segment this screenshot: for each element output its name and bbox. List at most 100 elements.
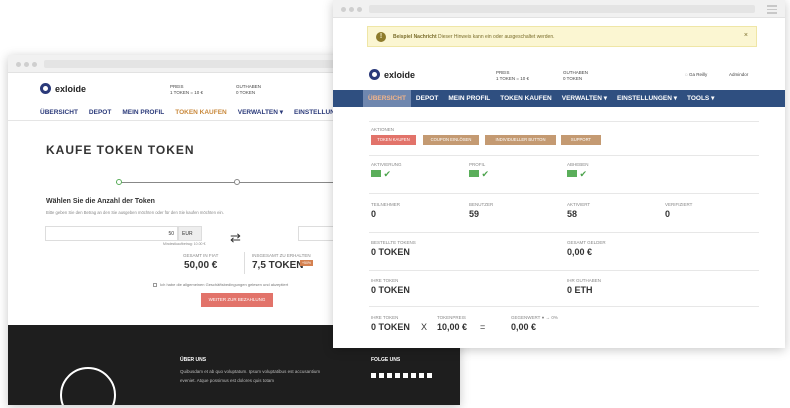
nav-profile[interactable]: MEIN PROFIL — [122, 107, 164, 120]
activation-label: AKTIVIERUNG — [371, 162, 402, 167]
price-info: PREIS 1 TOKEN = 10 € — [170, 84, 203, 96]
alert-text: Dieser Hinweis kann ein oder ausgeschalt… — [436, 34, 555, 40]
balance-info: GUTHABEN 0 TOKEN — [563, 70, 588, 82]
front-browser-window: ! Beispiel Nachricht Dieser Hinweis kann… — [333, 0, 785, 348]
actions-label: AKTIONEN — [371, 127, 395, 132]
custom-button[interactable]: INDIVIDUELLER BUTTON — [485, 135, 556, 145]
terms-checkbox[interactable] — [153, 282, 157, 287]
multiply-sign: X — [421, 322, 428, 332]
alert-icon: ! — [376, 32, 386, 42]
users-value: 59 — [469, 209, 480, 219]
user-icon: ◌ — [685, 72, 688, 77]
step-2 — [234, 179, 240, 185]
terms-checkbox-row[interactable]: Ich habe die allgemeinen Geschäftsbeding… — [153, 282, 288, 287]
github-icon[interactable] — [395, 373, 400, 378]
divider — [369, 306, 759, 307]
divider — [369, 121, 759, 122]
total-funds-label: GESAMT GELDER — [567, 240, 606, 245]
brand-name: exloide — [55, 83, 87, 94]
total-tokens-label: INSGESAMT ZU ERHALTEN — [252, 253, 311, 258]
current-value: 0,00 € — [511, 322, 537, 332]
nav-manage[interactable]: VERWALTEN ▾ — [238, 107, 283, 120]
total-fiat-value: 50,00 € — [184, 260, 218, 271]
min-note: Mindestkaufbetrag: 10.00 € — [163, 242, 206, 246]
nav-tools[interactable]: TOOLS ▾ — [682, 90, 719, 107]
divider — [369, 232, 759, 233]
users-label: BENUTZER — [469, 202, 494, 207]
about-title: ÜBER UNS — [180, 357, 207, 363]
user-menu[interactable]: ◌ Ga Reilly — [685, 72, 707, 78]
balance-info: GUTHABEN 0 TOKEN — [236, 84, 261, 96]
step-1 — [116, 179, 122, 185]
change-percent: 0% — [551, 315, 558, 320]
ordered-tokens-label: BESTELLTE TOKENS — [371, 240, 416, 245]
admin-link[interactable]: Admindor — [729, 72, 748, 78]
support-button[interactable]: SUPPORT — [561, 135, 601, 145]
social-icons — [371, 373, 432, 378]
reddit-icon[interactable] — [427, 373, 432, 378]
terms-text: Ich habe die allgemeinen Geschäftsbeding… — [160, 282, 289, 287]
nav-overview[interactable]: ÜBERSICHT — [363, 90, 411, 107]
divider — [369, 270, 759, 271]
activated-label: AKTIVIERT — [567, 202, 591, 207]
amount-hint: Bitte geben Sie den Betrag an den Sie au… — [46, 210, 224, 215]
arrow-right-icon: → — [545, 315, 551, 320]
window-dots — [16, 62, 37, 67]
swap-icon[interactable]: ⇄ — [230, 230, 241, 246]
telegram-icon[interactable] — [419, 373, 424, 378]
verified-value: 0 — [665, 209, 671, 219]
wallet-icon: ✔ — [567, 169, 587, 180]
nav-buy-token[interactable]: TOKEN KAUFEN — [495, 90, 557, 107]
nav-manage[interactable]: VERWALTEN ▾ — [557, 90, 612, 107]
your-tokens-label: IHRE TOKEN — [371, 278, 399, 283]
mail-icon: ✔ — [371, 169, 391, 180]
address-bar[interactable] — [369, 5, 755, 13]
follow-title: FOLGE UNS — [371, 357, 401, 363]
total-funds-value: 0,00 € — [567, 247, 593, 257]
continue-payment-button[interactable]: WEITER ZUR BEZAHLUNG — [201, 293, 273, 307]
currency-select[interactable]: EUR — [178, 226, 202, 241]
nav-overview[interactable]: ÜBERSICHT — [40, 107, 78, 120]
price-info: PREIS 1 TOKEN = 10 € — [496, 70, 529, 82]
logo-icon — [40, 83, 51, 94]
total-tokens-value: 7,5 TOKEN — [252, 260, 304, 271]
nav-buy-token[interactable]: TOKEN KAUFEN — [175, 107, 227, 120]
price-value: 1 TOKEN = 10 € — [170, 90, 203, 95]
amount-input[interactable]: 50 — [45, 226, 178, 241]
your-balance-value: 0 ETH — [567, 285, 593, 295]
linkedin-icon[interactable] — [387, 373, 392, 378]
facebook-icon[interactable] — [371, 373, 376, 378]
user-name: Ga Reilly — [688, 72, 708, 77]
buy-token-button[interactable]: TOKEN KAUFEN — [371, 135, 416, 145]
your-balance-label: IHR GUTHABEN — [567, 278, 602, 283]
nav-profile[interactable]: MEIN PROFIL — [443, 90, 495, 107]
divider — [369, 155, 759, 156]
browser-chrome — [333, 0, 785, 18]
equals-sign: = — [480, 322, 486, 332]
nav-depot[interactable]: DEPOT — [411, 90, 443, 107]
amount-heading: Wählen Sie die Anzahl der Token — [46, 198, 155, 205]
nav-depot[interactable]: DEPOT — [89, 107, 111, 120]
balance-value: 0 TOKEN — [236, 90, 256, 95]
twitter-icon[interactable] — [379, 373, 384, 378]
progress-steps — [116, 179, 358, 185]
footer-logo-circle — [60, 367, 116, 405]
close-icon[interactable]: × — [744, 32, 748, 39]
calc-tokens-label: IHRE TOKEN — [371, 315, 399, 320]
redeem-coupon-button[interactable]: COUPON EINLÖSEN — [423, 135, 479, 145]
brand-logo[interactable]: exloide — [369, 69, 415, 80]
alert-title: Beispiel Nachricht — [393, 34, 437, 40]
participants-value: 0 — [371, 209, 377, 219]
info-icon[interactable]: ● — [542, 315, 545, 320]
ordered-tokens-value: 0 TOKEN — [371, 247, 410, 257]
medium-icon[interactable] — [411, 373, 416, 378]
total-fiat-label: GESAMT IN FIAT — [183, 253, 219, 258]
current-value-text: GEGENWERT — [511, 315, 541, 320]
brand-logo[interactable]: exloide — [40, 83, 86, 94]
browser-menu-icon[interactable] — [767, 5, 777, 16]
id-card-icon: ✔ — [469, 169, 489, 180]
about-text: Quibusdam et ab quo voluptatum. Ipsum vo… — [180, 369, 321, 383]
nav-settings[interactable]: EINSTELLUNGEN ▾ — [612, 90, 682, 107]
youtube-icon[interactable] — [403, 373, 408, 378]
current-value-label: GEGENWERT ● → 0% — [511, 315, 558, 320]
